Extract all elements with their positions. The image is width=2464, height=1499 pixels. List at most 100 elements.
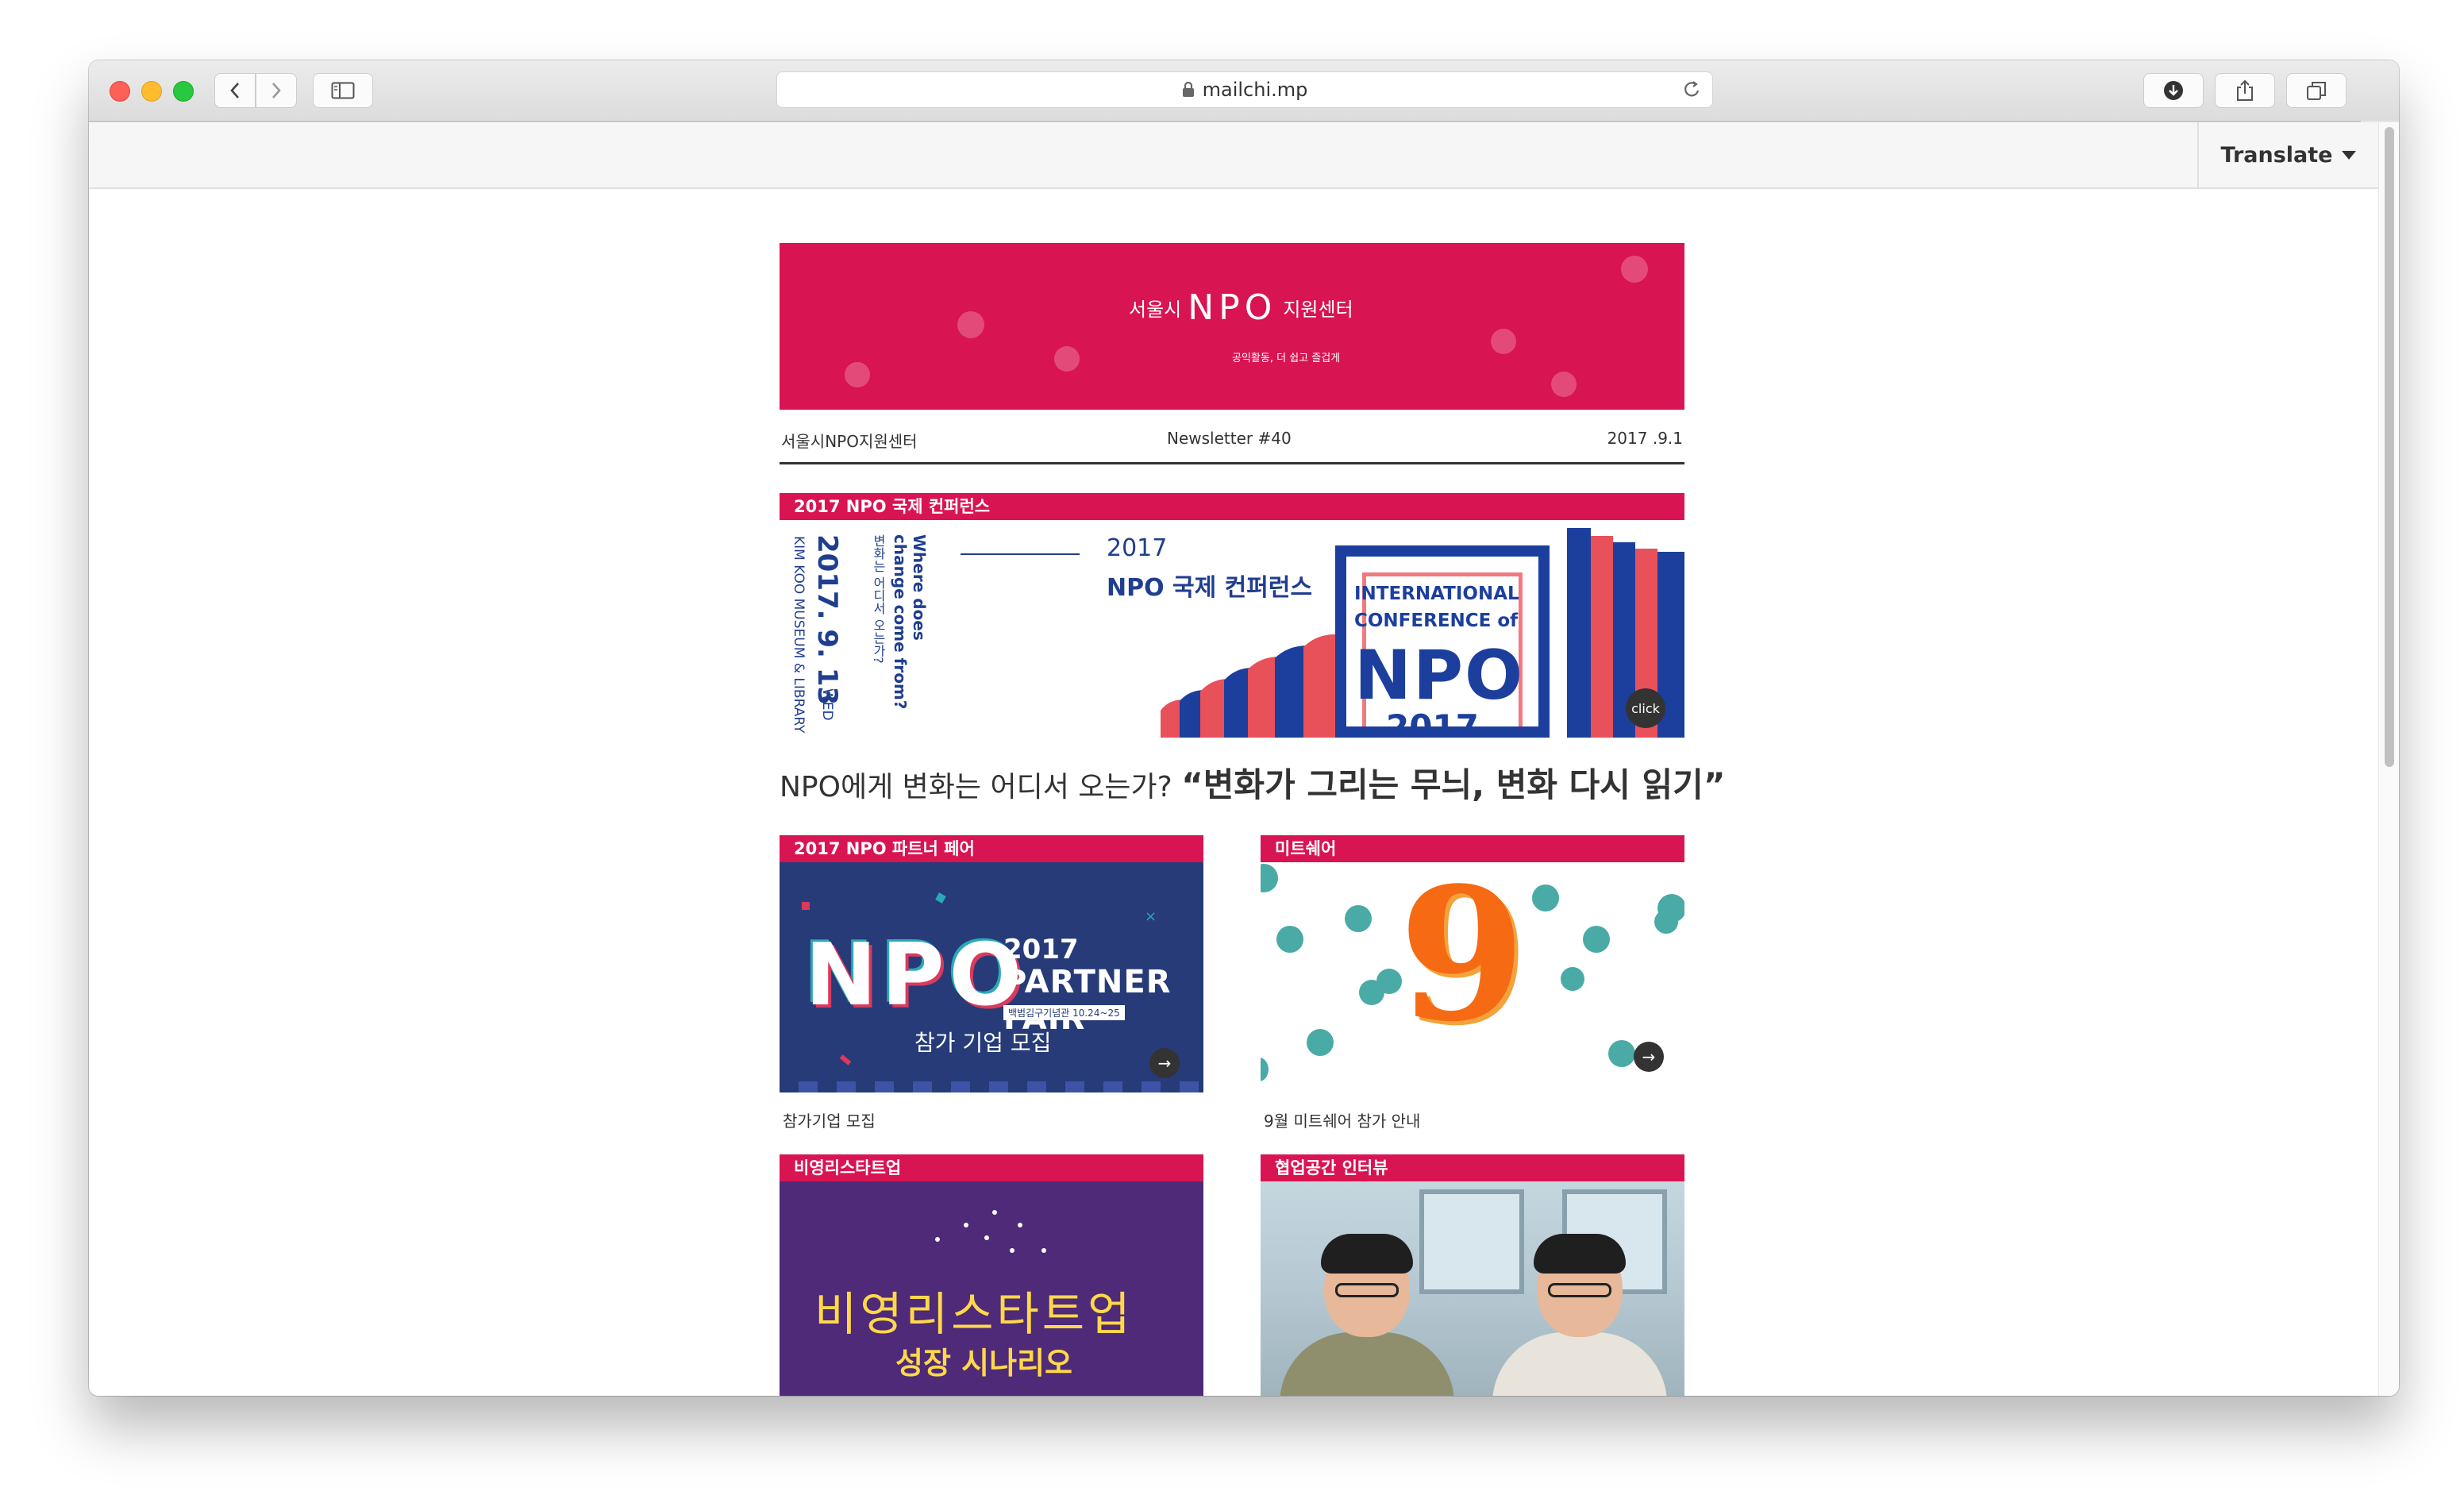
- decor-dot: [1491, 329, 1516, 354]
- card-caption[interactable]: 9월 미트쉐어 참가 안내: [1261, 1108, 1684, 1131]
- conference-section: 2017 NPO 국제 컨퍼런스 KIM KOO MUSEUM & LIBRAR…: [780, 493, 1725, 807]
- card-coworking-interview[interactable]: 협업공간 인터뷰: [1261, 1154, 1684, 1396]
- decor-circle: [1261, 864, 1278, 892]
- section-header: 협업공간 인터뷰: [1261, 1154, 1684, 1181]
- star: [992, 1210, 997, 1215]
- arrow-right-icon[interactable]: →: [1634, 1042, 1664, 1072]
- article-grid: 2017 NPO 파트너 페어 × NPO 2017 PARTNER FAIR …: [780, 835, 1684, 1396]
- confetti: [802, 902, 810, 910]
- star: [984, 1235, 989, 1240]
- cover-year: 2017: [1386, 707, 1479, 738]
- caret-down-icon: [2342, 150, 2357, 160]
- meetshare-image[interactable]: 9 →: [1261, 862, 1684, 1092]
- art-ground: [780, 1081, 1203, 1092]
- divider-line: [961, 553, 1080, 555]
- decor-circle: [1532, 884, 1559, 911]
- cover-npo: NPO: [1354, 636, 1525, 715]
- decor-circle: [1276, 926, 1303, 953]
- logo-npo: NPO: [1188, 287, 1277, 328]
- decor-circle: [1261, 1058, 1269, 1081]
- vertical-venue: KIM KOO MUSEUM & LIBRARY: [791, 536, 807, 734]
- scrollbar-thumb[interactable]: [2385, 127, 2394, 767]
- headline-quote: “변화가 그리는 무늬, 변화 다시 읽기”: [1181, 765, 1726, 804]
- downloads-button[interactable]: [2143, 73, 2204, 108]
- nonprofit-startup-image[interactable]: 비영리스타트업 성장 시나리오: [780, 1181, 1203, 1396]
- decor-circle: [1654, 910, 1678, 934]
- lock-icon: [1182, 82, 1195, 98]
- card-caption[interactable]: 참가기업 모집: [780, 1108, 1203, 1131]
- decor-dot: [845, 362, 870, 387]
- headline-plain: NPO에게 변화는 어디서 오는가?: [780, 771, 1182, 803]
- section-header: 비영리스타트업: [780, 1154, 1203, 1181]
- vertical-korean: 변화는 어디서 오는가?: [871, 534, 886, 664]
- decor-circle: [1561, 967, 1584, 991]
- minimize-window-button[interactable]: [141, 81, 162, 102]
- back-button[interactable]: [214, 73, 256, 108]
- star: [1041, 1248, 1046, 1253]
- card-nonprofit-startup[interactable]: 비영리스타트업 비영리스타트업 성장 시나리오: [780, 1154, 1203, 1396]
- star-cluster: [935, 1210, 1054, 1266]
- header-banner[interactable]: 서울시 NPO 지원센터 공익활동, 더 쉽고 즐겁게: [780, 243, 1684, 410]
- share-button[interactable]: [2215, 73, 2275, 108]
- card-meetshare[interactable]: 미트쉐어 9 → 9월 미트쉐어 참가 안내: [1261, 835, 1684, 1131]
- confetti: [935, 892, 946, 904]
- meta-date: 2017 .9.1: [1607, 429, 1683, 448]
- cover-subtitle: INTERNATIONAL CONFERENCE of: [1354, 584, 1519, 631]
- reload-icon[interactable]: [1682, 79, 1701, 105]
- art-date: 백범김구기념관 10.24~25: [1003, 1005, 1125, 1020]
- browser-window: mailchi.mp + Translate: [89, 60, 2399, 1396]
- star: [935, 1237, 940, 1242]
- tab-overview-button[interactable]: [2286, 73, 2347, 108]
- art-title: 비영리스타트업: [814, 1287, 1134, 1341]
- meta-org: 서울시NPO지원센터: [781, 432, 918, 451]
- confetti: ×: [1145, 908, 1157, 925]
- decor-dot: [1621, 256, 1648, 283]
- sidebar-icon: [331, 82, 355, 99]
- decor-dot: [957, 311, 984, 338]
- click-button[interactable]: click: [1626, 688, 1665, 728]
- download-icon: [2164, 81, 2183, 100]
- page-content: 서울시 NPO 지원센터 공익활동, 더 쉽고 즐겁게 서울시NPO지원센터 N…: [89, 189, 2378, 1396]
- sidebar-toggle-button[interactable]: [313, 73, 373, 108]
- partner-fair-image[interactable]: × NPO 2017 PARTNER FAIR 백범김구기념관 10.24~25…: [780, 862, 1203, 1092]
- title-bar: mailchi.mp: [89, 60, 2399, 122]
- vertical-date: 2017. 9. 13: [811, 534, 843, 706]
- arrow-right-icon[interactable]: →: [1149, 1048, 1180, 1078]
- interviewee-right: [1492, 1234, 1667, 1396]
- decor-circle: [1608, 1040, 1635, 1067]
- decor-circle: [1345, 905, 1372, 932]
- tabs-icon: [2307, 82, 2326, 100]
- share-icon: [2237, 79, 2253, 101]
- chevron-left-icon: [230, 83, 239, 98]
- conference-banner[interactable]: KIM KOO MUSEUM & LIBRARY 2017. 9. 13 WED…: [780, 520, 1684, 738]
- vertical-scrollbar[interactable]: [2378, 122, 2399, 1396]
- art-npo: NPO: [805, 926, 1027, 1025]
- art-number: 9: [1399, 862, 1527, 1062]
- vertical-day: WED: [819, 688, 835, 721]
- close-window-button[interactable]: [110, 81, 130, 102]
- vertical-english: Where does change come from?: [891, 534, 929, 710]
- decor-dot: [1054, 346, 1080, 372]
- newsletter-meta: 서울시NPO지원센터 Newsletter #40 2017 .9.1: [780, 410, 1684, 464]
- art-recruit: 참가 기업 모집: [914, 1030, 1052, 1056]
- art-subtitle: 성장 시나리오: [895, 1346, 1072, 1381]
- conference-headline[interactable]: NPO에게 변화는 어디서 오는가? “변화가 그리는 무늬, 변화 다시 읽기…: [780, 758, 1725, 807]
- logo-tagline: 공익활동, 더 쉽고 즐겁게: [1232, 353, 1341, 364]
- star: [1010, 1248, 1014, 1253]
- zoom-window-button[interactable]: [173, 81, 194, 102]
- chevron-right-icon: [272, 83, 281, 98]
- section-header: 2017 NPO 파트너 페어: [780, 835, 1203, 862]
- decor-dot: [1551, 372, 1577, 397]
- section-header: 미트쉐어: [1261, 835, 1684, 862]
- url-text: mailchi.mp: [1202, 79, 1308, 101]
- interview-photo[interactable]: [1261, 1181, 1684, 1396]
- translate-label: Translate: [2220, 142, 2333, 168]
- translate-button[interactable]: Translate: [2197, 122, 2378, 187]
- forward-button[interactable]: [256, 73, 297, 108]
- page-toolbar: Translate: [89, 122, 2378, 189]
- newsletter: 서울시 NPO 지원센터 공익활동, 더 쉽고 즐겁게 서울시NPO지원센터 N…: [780, 243, 1725, 1396]
- org-logo: 서울시 NPO 지원센터: [1129, 287, 1353, 328]
- card-partner-fair[interactable]: 2017 NPO 파트너 페어 × NPO 2017 PARTNER FAIR …: [780, 835, 1203, 1131]
- address-bar[interactable]: mailchi.mp: [776, 71, 1713, 108]
- decor-circle: [1307, 1029, 1334, 1056]
